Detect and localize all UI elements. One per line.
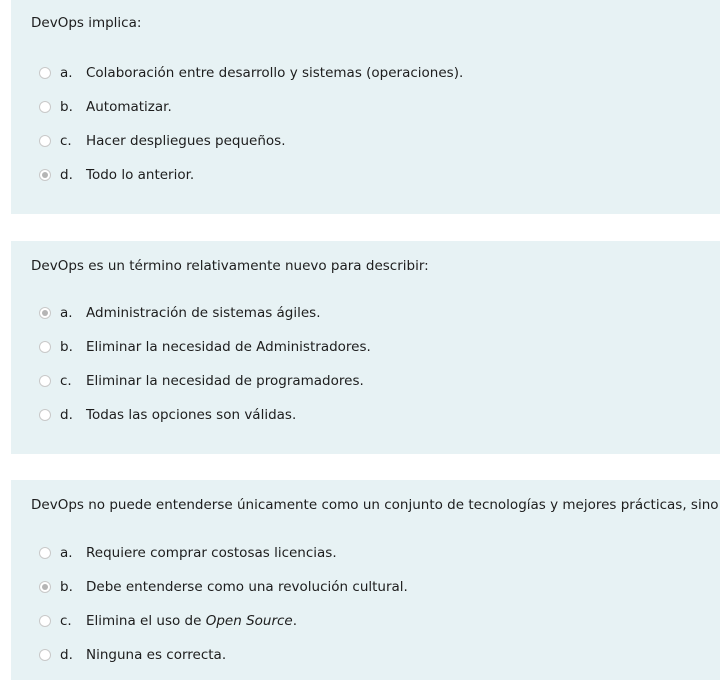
question-1-option-b[interactable]: b. Automatizar. [39, 97, 172, 117]
option-letter: a. [60, 545, 73, 561]
radio-button[interactable] [39, 375, 51, 387]
question-2-option-a[interactable]: a. Administración de sistemas ágiles. [39, 303, 321, 323]
option-text: Eliminar la necesidad de Administradores… [86, 339, 371, 355]
option-text: Debe entenderse como una revolución cult… [86, 579, 408, 595]
option-letter: b. [60, 339, 73, 355]
radio-button[interactable] [39, 547, 51, 559]
option-text: Administración de sistemas ágiles. [86, 305, 321, 321]
option-letter: c. [60, 373, 72, 389]
question-3-option-a[interactable]: a. Requiere comprar costosas licencias. [39, 543, 337, 563]
option-text: Automatizar. [86, 99, 172, 115]
quiz-page: DevOps implica: a. Colaboración entre de… [0, 0, 720, 680]
radio-button-selected[interactable] [39, 169, 51, 181]
question-1-option-a[interactable]: a. Colaboración entre desarrollo y siste… [39, 63, 463, 83]
radio-button-selected[interactable] [39, 581, 51, 593]
option-text: Requiere comprar costosas licencias. [86, 545, 337, 561]
option-letter: b. [60, 99, 73, 115]
question-2: DevOps es un término relativamente nuevo… [11, 241, 720, 454]
question-3-option-c[interactable]: c. Elimina el uso de Open Source. [39, 611, 297, 631]
option-text: Elimina el uso de Open Source. [86, 613, 297, 629]
question-3-text: DevOps no puede entenderse únicamente co… [31, 497, 720, 513]
option-text-suffix: . [292, 613, 298, 629]
question-3-option-d[interactable]: d. Ninguna es correcta. [39, 645, 226, 665]
radio-button[interactable] [39, 67, 51, 79]
option-text: Ninguna es correcta. [86, 647, 227, 663]
option-letter: a. [60, 305, 73, 321]
option-text-italic: Open Source [205, 613, 293, 629]
radio-button[interactable] [39, 135, 51, 147]
question-2-option-c[interactable]: c. Eliminar la necesidad de programadore… [39, 371, 364, 391]
option-letter: c. [60, 133, 72, 149]
option-text: Colaboración entre desarrollo y sistemas… [86, 65, 464, 81]
option-letter: d. [60, 647, 73, 663]
question-1: DevOps implica: a. Colaboración entre de… [11, 0, 720, 214]
radio-button[interactable] [39, 615, 51, 627]
question-1-option-d[interactable]: d. Todo lo anterior. [39, 165, 194, 185]
question-1-text: DevOps implica: [31, 15, 142, 31]
option-letter: a. [60, 65, 73, 81]
radio-button-selected[interactable] [39, 307, 51, 319]
question-2-option-b[interactable]: b. Eliminar la necesidad de Administrado… [39, 337, 371, 357]
radio-button[interactable] [39, 341, 51, 353]
option-letter: d. [60, 167, 73, 183]
question-2-text: DevOps es un término relativamente nuevo… [31, 258, 429, 274]
question-1-option-c[interactable]: c. Hacer despliegues pequeños. [39, 131, 285, 151]
option-text: Eliminar la necesidad de programadores. [86, 373, 364, 389]
question-3: DevOps no puede entenderse únicamente co… [11, 480, 720, 680]
radio-button[interactable] [39, 101, 51, 113]
option-letter: c. [60, 613, 72, 629]
radio-button[interactable] [39, 649, 51, 661]
option-letter: d. [60, 407, 73, 423]
radio-button[interactable] [39, 409, 51, 421]
question-2-option-d[interactable]: d. Todas las opciones son válidas. [39, 405, 296, 425]
question-3-option-b[interactable]: b. Debe entenderse como una revolución c… [39, 577, 408, 597]
option-letter: b. [60, 579, 73, 595]
option-text: Todas las opciones son válidas. [86, 407, 297, 423]
option-text: Hacer despliegues pequeños. [86, 133, 286, 149]
option-text: Todo lo anterior. [86, 167, 195, 183]
option-text-prefix: Elimina el uso de [86, 613, 206, 629]
